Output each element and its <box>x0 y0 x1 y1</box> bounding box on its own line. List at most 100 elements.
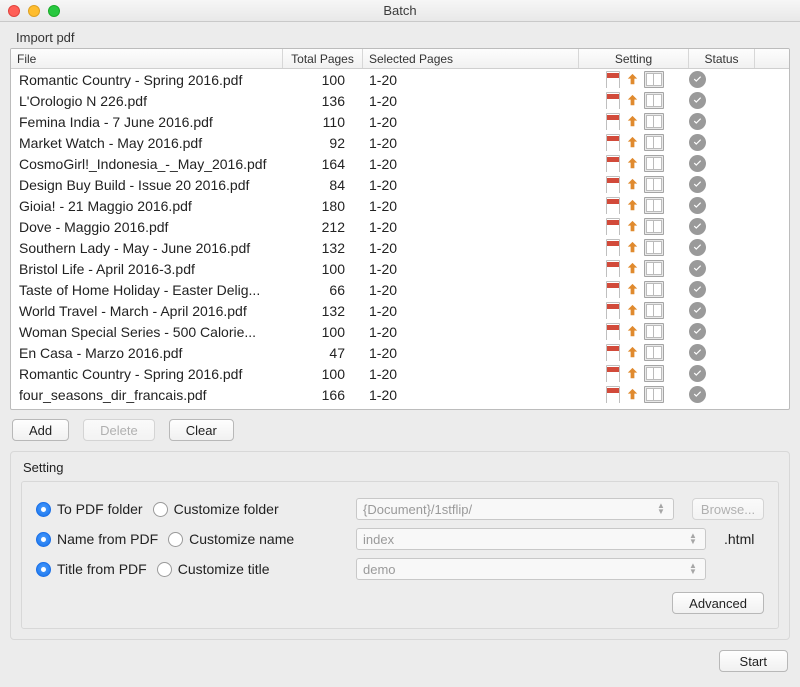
zoom-button[interactable] <box>48 5 60 17</box>
pdf-icon[interactable] <box>604 386 621 403</box>
close-button[interactable] <box>8 5 20 17</box>
template-icon[interactable] <box>644 302 664 319</box>
col-selected-pages[interactable]: Selected Pages <box>363 49 579 68</box>
template-icon[interactable] <box>644 113 664 130</box>
template-icon[interactable] <box>644 71 664 88</box>
upload-icon[interactable] <box>624 239 641 256</box>
pdf-icon[interactable] <box>604 176 621 193</box>
opt-to-pdf-folder[interactable]: To PDF folder <box>36 501 143 517</box>
table-row[interactable]: Romantic Country - Spring 2016.pdf1001-2… <box>11 363 789 384</box>
minimize-button[interactable] <box>28 5 40 17</box>
table-row[interactable]: Design Buy Build - Issue 20 2016.pdf841-… <box>11 174 789 195</box>
advanced-button[interactable]: Advanced <box>672 592 764 614</box>
upload-icon[interactable] <box>624 71 641 88</box>
upload-icon[interactable] <box>624 113 641 130</box>
table-row[interactable]: Romantic Country - Spring 2016.pdf1001-2… <box>11 69 789 90</box>
cell-status <box>689 218 755 235</box>
table-row[interactable]: four_seasons_dir_francais.pdf1661-20 <box>11 384 789 405</box>
table-row[interactable]: CosmoGirl!_Indonesia_-_May_2016.pdf1641-… <box>11 153 789 174</box>
upload-icon[interactable] <box>624 281 641 298</box>
opt-name-from-pdf[interactable]: Name from PDF <box>36 531 158 547</box>
pdf-icon[interactable] <box>604 197 621 214</box>
template-icon[interactable] <box>644 92 664 109</box>
name-combo[interactable]: index ▲▼ <box>356 528 706 550</box>
table-row[interactable]: Market Watch - May 2016.pdf921-20 <box>11 132 789 153</box>
template-icon[interactable] <box>644 323 664 340</box>
table-row[interactable]: Woman Special Series - 500 Calorie...100… <box>11 321 789 342</box>
opt-customize-folder[interactable]: Customize folder <box>153 501 279 517</box>
template-icon[interactable] <box>644 155 664 172</box>
upload-icon[interactable] <box>624 155 641 172</box>
col-status[interactable]: Status <box>689 49 755 68</box>
opt-customize-title[interactable]: Customize title <box>157 561 270 577</box>
table-row[interactable]: Taste of Home Holiday - Easter Delig...6… <box>11 279 789 300</box>
upload-icon[interactable] <box>624 365 641 382</box>
pdf-icon[interactable] <box>604 134 621 151</box>
pdf-icon[interactable] <box>604 92 621 109</box>
table-row[interactable]: Dove - Maggio 2016.pdf2121-20 <box>11 216 789 237</box>
table-row[interactable]: Bristol Life - April 2016-3.pdf1001-20 <box>11 258 789 279</box>
upload-icon[interactable] <box>624 323 641 340</box>
template-icon[interactable] <box>644 365 664 382</box>
pdf-icon[interactable] <box>604 239 621 256</box>
table-row[interactable]: Southern Lady - May - June 2016.pdf1321-… <box>11 237 789 258</box>
pdf-icon[interactable] <box>604 344 621 361</box>
pdf-icon[interactable] <box>604 281 621 298</box>
upload-icon[interactable] <box>624 302 641 319</box>
pdf-icon[interactable] <box>604 155 621 172</box>
status-ok-icon <box>689 302 706 319</box>
col-setting[interactable]: Setting <box>579 49 689 68</box>
table-row[interactable]: En Casa - Marzo 2016.pdf471-20 <box>11 342 789 363</box>
col-gutter <box>755 49 789 68</box>
pdf-icon[interactable] <box>604 218 621 235</box>
add-button[interactable]: Add <box>12 419 69 441</box>
pdf-icon[interactable] <box>604 302 621 319</box>
template-icon[interactable] <box>644 239 664 256</box>
template-icon[interactable] <box>644 386 664 403</box>
pdf-icon[interactable] <box>604 260 621 277</box>
upload-icon[interactable] <box>624 218 641 235</box>
table-buttons: Add Delete Clear <box>10 410 790 447</box>
table-row[interactable]: Gioia! - 21 Maggio 2016.pdf1801-20 <box>11 195 789 216</box>
pdf-icon[interactable] <box>604 71 621 88</box>
table-row[interactable]: Femina India - 7 June 2016.pdf1101-20 <box>11 111 789 132</box>
pdf-icon[interactable] <box>604 323 621 340</box>
col-file[interactable]: File <box>11 49 283 68</box>
template-icon[interactable] <box>644 260 664 277</box>
cell-selected-pages: 1-20 <box>363 303 579 319</box>
cell-setting <box>579 260 689 277</box>
upload-icon[interactable] <box>624 386 641 403</box>
title-combo[interactable]: demo ▲▼ <box>356 558 706 580</box>
radio-label: Customize folder <box>174 501 279 517</box>
cell-total-pages: 166 <box>283 387 363 403</box>
upload-icon[interactable] <box>624 92 641 109</box>
table-row[interactable]: L'Orologio N 226.pdf1361-20 <box>11 90 789 111</box>
clear-button[interactable]: Clear <box>169 419 234 441</box>
upload-icon[interactable] <box>624 344 641 361</box>
upload-icon[interactable] <box>624 197 641 214</box>
pdf-icon[interactable] <box>604 113 621 130</box>
opt-customize-name[interactable]: Customize name <box>168 531 294 547</box>
opt-title-from-pdf[interactable]: Title from PDF <box>36 561 147 577</box>
template-icon[interactable] <box>644 197 664 214</box>
folder-path-combo[interactable]: {Document}/1stflip/ ▲▼ <box>356 498 674 520</box>
upload-icon[interactable] <box>624 176 641 193</box>
upload-icon[interactable] <box>624 260 641 277</box>
cell-setting <box>579 344 689 361</box>
upload-icon[interactable] <box>624 134 641 151</box>
start-button[interactable]: Start <box>719 650 788 672</box>
template-icon[interactable] <box>644 281 664 298</box>
table-body[interactable]: Romantic Country - Spring 2016.pdf1001-2… <box>11 69 789 409</box>
template-icon[interactable] <box>644 176 664 193</box>
col-total-pages[interactable]: Total Pages <box>283 49 363 68</box>
pdf-icon[interactable] <box>604 365 621 382</box>
window-title: Batch <box>0 3 800 18</box>
template-icon[interactable] <box>644 134 664 151</box>
template-icon[interactable] <box>644 344 664 361</box>
template-icon[interactable] <box>644 218 664 235</box>
table-row[interactable]: World Travel - March - April 2016.pdf132… <box>11 300 789 321</box>
table-header: File Total Pages Selected Pages Setting … <box>11 49 789 69</box>
status-ok-icon <box>689 71 706 88</box>
radio-icon <box>36 532 51 547</box>
status-ok-icon <box>689 281 706 298</box>
